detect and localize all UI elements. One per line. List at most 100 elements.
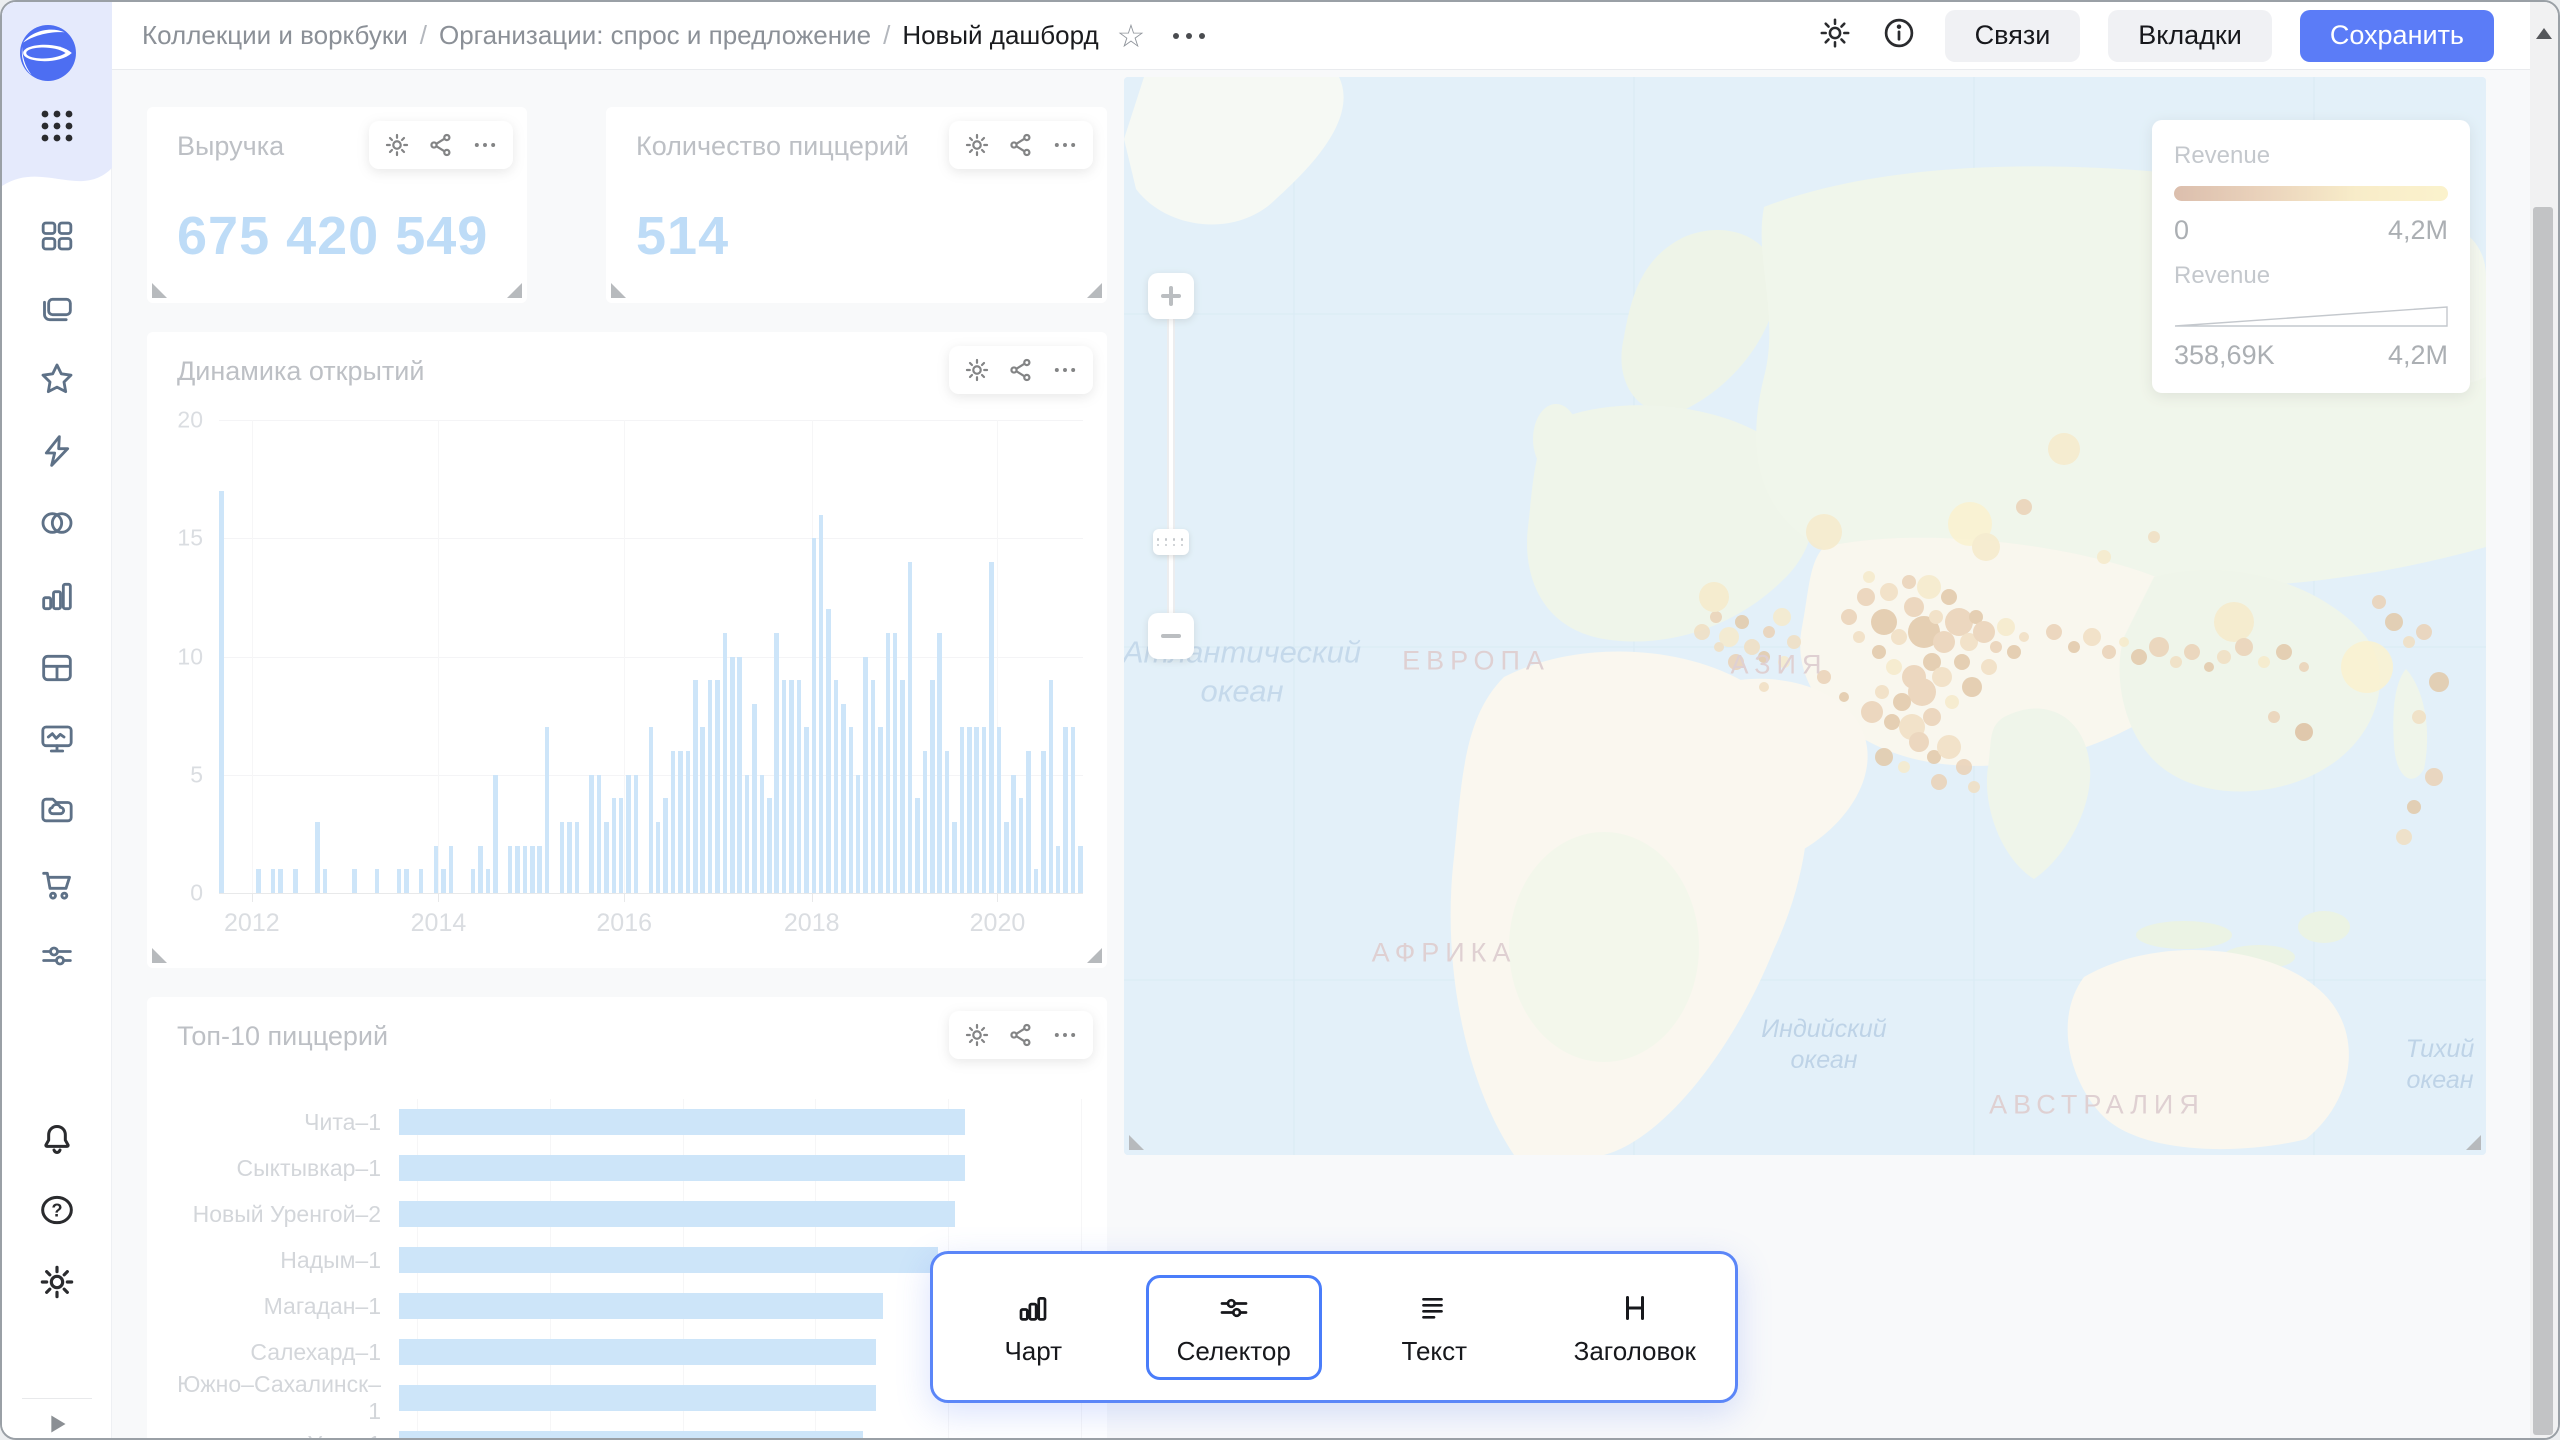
widget-gear-icon[interactable]: [383, 131, 411, 159]
resize-handle[interactable]: [1087, 948, 1102, 963]
bar: [686, 751, 691, 893]
bar: [397, 869, 402, 893]
heading-icon: [1617, 1290, 1653, 1326]
toolbar-item-heading[interactable]: Заголовок: [1547, 1275, 1723, 1380]
folders-icon[interactable]: [37, 287, 77, 327]
gridline: 0: [219, 893, 1083, 894]
bar: [1056, 846, 1061, 893]
map-widget[interactable]: Атлантический океан ЕВРОПА АЗИЯ АФРИКА И…: [1124, 77, 2486, 1155]
resize-handle[interactable]: [2466, 1135, 2481, 1150]
bar: [515, 846, 520, 893]
widget-share-icon[interactable]: [1007, 131, 1035, 159]
bar: [967, 727, 972, 893]
widget-share-icon[interactable]: [1007, 1021, 1035, 1049]
favorite-star-icon[interactable]: ☆: [1117, 20, 1146, 52]
save-button[interactable]: Сохранить: [2300, 10, 2494, 62]
table-icon[interactable]: [37, 648, 77, 688]
tiles-icon[interactable]: [37, 216, 77, 256]
revenue-dot: [1931, 774, 1947, 790]
bar: [560, 822, 565, 893]
bar: [974, 727, 979, 893]
bar: [604, 822, 609, 893]
chart-dynamics[interactable]: Динамика открытий 20151050 2012201420162…: [147, 332, 1107, 968]
sidebar-divider: [22, 1398, 92, 1399]
kpi-value: 675 420 549: [177, 205, 488, 267]
bar: [219, 491, 224, 893]
kpi-card-pizzerias[interactable]: Количество пиццерий 514: [606, 107, 1107, 303]
top-bar: Коллекции и воркбуки / Организации: спро…: [112, 2, 2534, 70]
settings-icon[interactable]: [37, 1262, 77, 1302]
kpi-card-revenue[interactable]: Выручка 675 420 549: [147, 107, 527, 303]
table-row: Новый Уренгой–2: [175, 1191, 1081, 1237]
widget-gear-icon[interactable]: [963, 131, 991, 159]
linked-circles-icon[interactable]: [37, 503, 77, 543]
widget-toolbar: [949, 121, 1093, 169]
map-zoom-slider-thumb[interactable]: [1153, 529, 1189, 555]
resize-handle[interactable]: [507, 283, 522, 298]
help-icon[interactable]: ?: [37, 1190, 77, 1230]
bar: [471, 869, 476, 893]
map-label-europe: ЕВРОПА: [1402, 646, 1550, 677]
widget-share-icon[interactable]: [1007, 356, 1035, 384]
star-icon[interactable]: [37, 359, 77, 399]
datalens-logo[interactable]: [19, 24, 77, 82]
map-zoom-in-button[interactable]: [1148, 273, 1194, 319]
apps-grid-icon[interactable]: [35, 104, 79, 148]
bar: [700, 727, 705, 893]
info-icon[interactable]: [1881, 15, 1917, 56]
bar: [271, 869, 276, 893]
resize-handle[interactable]: [152, 948, 167, 963]
flash-icon[interactable]: [37, 431, 77, 471]
monitor-chart-icon[interactable]: [37, 719, 77, 759]
relations-button[interactable]: Связи: [1945, 10, 2081, 62]
resize-handle[interactable]: [1087, 283, 1102, 298]
widget-share-icon[interactable]: [427, 131, 455, 159]
x-axis-tick: [812, 893, 813, 902]
widget-more-icon[interactable]: [1051, 356, 1079, 384]
bell-icon[interactable]: [37, 1119, 77, 1159]
widget-more-icon[interactable]: [1051, 131, 1079, 159]
revenue-dot: [1898, 761, 1910, 773]
bar: [399, 1109, 965, 1135]
scrollbar-up-arrow[interactable]: [2536, 28, 2552, 39]
bar: [589, 775, 594, 893]
bar: [856, 775, 861, 893]
revenue-dot: [1694, 624, 1710, 640]
bar: [486, 869, 491, 893]
bar: [656, 822, 661, 893]
bar: [819, 515, 824, 893]
bar: [760, 775, 765, 893]
tabs-button[interactable]: Вкладки: [2108, 10, 2272, 62]
revenue-dot: [2385, 613, 2403, 631]
more-menu-icon[interactable]: [1173, 33, 1205, 39]
x-axis-label: 2018: [784, 909, 840, 938]
bar: [1004, 822, 1009, 893]
bar: [434, 846, 439, 893]
widget-more-icon[interactable]: [471, 131, 499, 159]
resize-handle[interactable]: [1129, 1135, 1144, 1150]
bar-chart-icon[interactable]: [37, 576, 77, 616]
toolbar-item-text[interactable]: Текст: [1346, 1275, 1522, 1380]
toolbar-item-selector[interactable]: Селектор: [1146, 1275, 1322, 1380]
widget-gear-icon[interactable]: [963, 356, 991, 384]
breadcrumb-collections[interactable]: Коллекции и воркбуки: [142, 20, 408, 51]
widget-gear-icon[interactable]: [963, 1021, 991, 1049]
toolbar-item-chart[interactable]: Чарт: [945, 1275, 1121, 1380]
cloud-folder-icon[interactable]: [37, 790, 77, 830]
map-zoom-out-button[interactable]: [1148, 613, 1194, 659]
breadcrumb-workbook[interactable]: Организации: спрос и предложение: [439, 20, 871, 51]
sliders-icon[interactable]: [37, 936, 77, 976]
scrollbar-thumb[interactable]: [2533, 207, 2553, 1435]
expand-play-icon[interactable]: [37, 1404, 77, 1440]
revenue-dot: [1902, 575, 1916, 589]
widget-more-icon[interactable]: [1051, 1021, 1079, 1049]
revenue-dot: [1990, 641, 2002, 653]
cart-icon[interactable]: [37, 864, 77, 904]
bar: [1019, 798, 1024, 893]
map-zoom-slider-track[interactable]: [1167, 319, 1175, 613]
resize-handle[interactable]: [611, 283, 626, 298]
page-scrollbar[interactable]: [2530, 2, 2558, 1438]
bar: [923, 751, 928, 893]
dashboard-settings-icon[interactable]: [1817, 15, 1853, 56]
resize-handle[interactable]: [152, 283, 167, 298]
